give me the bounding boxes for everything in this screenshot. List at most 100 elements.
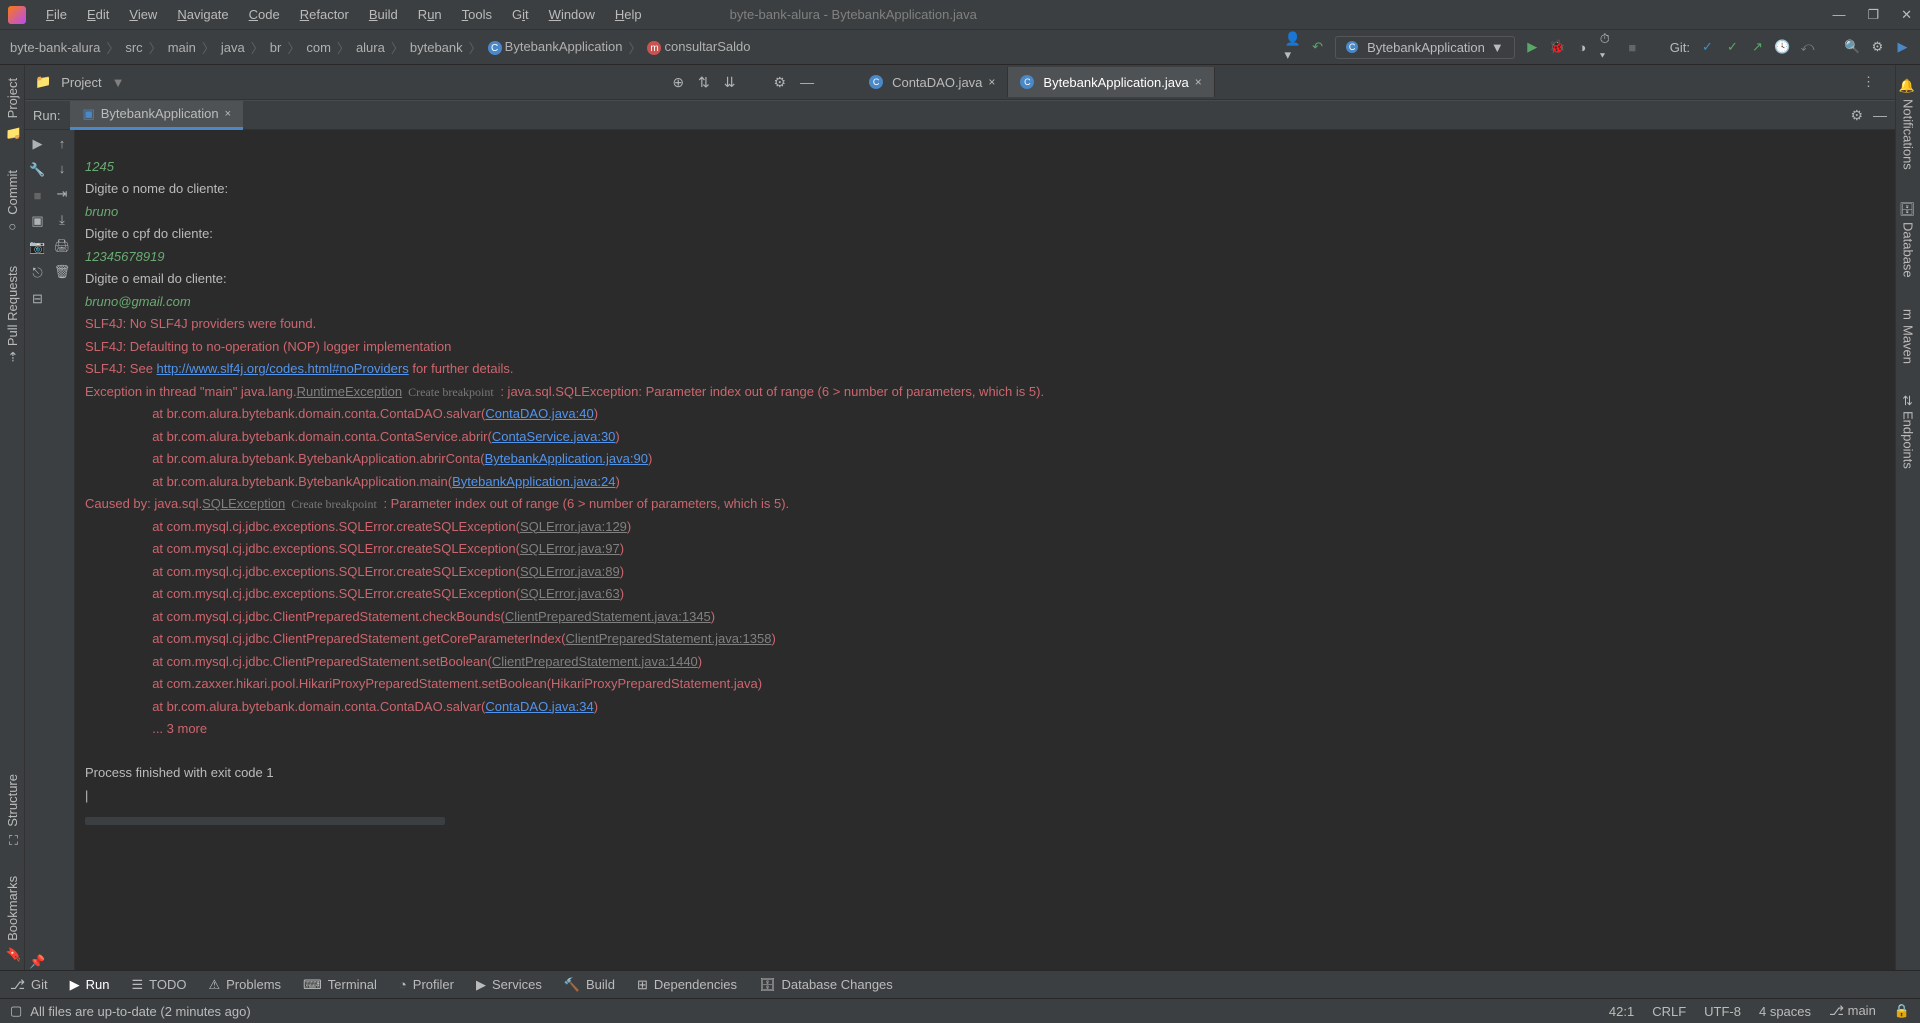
user-icon[interactable]: 👤▾ [1285,40,1300,55]
expand-all-icon[interactable]: ⇅ [698,74,710,91]
coverage-icon[interactable]: ◑ [1575,40,1590,55]
wrap-icon[interactable]: ⇥ [57,186,68,202]
status-position[interactable]: 42:1 [1609,1004,1634,1019]
link-stacktrace[interactable]: ClientPreparedStatement.java:1358 [566,631,772,646]
git-commit-icon[interactable]: ✓ [1725,40,1740,55]
run-configuration-selector[interactable]: C BytebankApplication ▼ [1335,36,1515,59]
git-revert-icon[interactable]: ⤺ [1800,40,1815,55]
layout-icon[interactable]: ▣ [31,213,43,229]
close-icon[interactable]: ✕ [1901,7,1912,23]
dump-icon[interactable]: ⊟ [32,291,43,307]
crumb-com[interactable]: com [306,40,331,55]
bottom-terminal[interactable]: ⌨Terminal [303,977,377,993]
link-stacktrace[interactable]: ContaDAO.java:40 [485,406,593,421]
sidebar-database[interactable]: 🗄Database [1898,193,1919,286]
link-stacktrace[interactable]: SQLError.java:129 [520,519,627,534]
pin-icon[interactable]: 📌 [29,954,45,970]
bottom-dependencies[interactable]: ⊞Dependencies [637,977,737,993]
profile-icon[interactable]: ⏱▾ [1600,40,1615,55]
bottom-run[interactable]: ▶Run [70,977,110,993]
menu-navigate[interactable]: Navigate [169,3,236,26]
run-icon[interactable]: ▶ [1525,40,1540,55]
crumb-java[interactable]: java [221,40,245,55]
crumb-br[interactable]: br [270,40,282,55]
link-stacktrace[interactable]: ClientPreparedStatement.java:1440 [492,654,698,669]
crumb-main[interactable]: main [168,40,196,55]
link-stacktrace[interactable]: SQLError.java:89 [520,564,620,579]
exit-icon[interactable]: ⎋ [32,265,42,281]
link-stacktrace[interactable]: SQLError.java:97 [520,541,620,556]
menu-file[interactable]: File [38,3,75,26]
crumb-bytebank[interactable]: bytebank [410,40,463,55]
scroll-icon[interactable]: ⤓ [59,212,65,228]
sidebar-commit[interactable]: ○Commit [2,162,23,243]
link-stacktrace[interactable]: ContaDAO.java:34 [485,699,593,714]
menu-git[interactable]: Git [504,3,537,26]
menu-run[interactable]: Run [410,3,450,26]
bottom-problems[interactable]: ⚠Problems [208,977,281,993]
up-icon[interactable]: ↑ [59,136,66,151]
git-update-icon[interactable]: ✓ [1700,40,1715,55]
link-stacktrace[interactable]: BytebankApplication.java:90 [485,451,648,466]
tab-close-icon[interactable]: × [988,75,995,89]
sidebar-notifications[interactable]: 🔔Notifications [1898,70,1919,178]
link-stacktrace[interactable]: BytebankApplication.java:24 [452,474,615,489]
link-slf4j[interactable]: http://www.slf4j.org/codes.html#noProvid… [157,361,409,376]
hide-icon[interactable]: — [800,74,814,90]
tab-close-icon[interactable]: × [1195,75,1202,89]
crumb-project[interactable]: byte-bank-alura [10,40,100,55]
link-runtime-exception[interactable]: RuntimeException [297,384,403,399]
sidebar-bookmarks[interactable]: 🔖Bookmarks [2,868,23,970]
kebab-icon[interactable]: ⋮ [1852,74,1885,90]
crumb-alura[interactable]: alura [356,40,385,55]
status-branch[interactable]: ⎇ main [1829,1003,1876,1019]
link-stacktrace[interactable]: SQLError.java:63 [520,586,620,601]
menu-build[interactable]: Build [361,3,406,26]
camera-icon[interactable]: 📷 [29,239,45,255]
print-icon[interactable]: 🖨 [54,238,71,254]
git-history-icon[interactable]: 🕓 [1775,40,1790,55]
select-opened-icon[interactable]: ⊕ [672,74,684,91]
tab-bytebank-app[interactable]: C BytebankApplication.java × [1008,67,1214,97]
status-encoding[interactable]: UTF-8 [1704,1004,1741,1019]
menu-refactor[interactable]: Refactor [292,3,357,26]
rerun-icon[interactable]: ▶ [33,136,43,152]
bottom-todo[interactable]: ☰TODO [131,977,186,993]
lock-icon[interactable]: 🔒 [1894,1003,1910,1019]
bottom-git[interactable]: ⎇Git [10,977,48,993]
play-gradient-icon[interactable]: ▶ [1895,40,1910,55]
console-output[interactable]: 1245 Digite o nome do cliente: bruno Dig… [75,130,1895,970]
gear-icon[interactable]: ⚙ [774,74,787,91]
search-icon[interactable]: 🔍 [1845,40,1860,55]
back-icon[interactable]: ↶ [1310,40,1325,55]
menu-help[interactable]: Help [607,3,650,26]
menu-view[interactable]: View [121,3,165,26]
sidebar-structure[interactable]: ⛶Structure [2,766,23,853]
sidebar-pullrequests[interactable]: ⇢Pull Requests [2,258,23,370]
status-indent[interactable]: 4 spaces [1759,1004,1811,1019]
menu-code[interactable]: Code [241,3,288,26]
project-panel-label[interactable]: Project [61,75,101,90]
bottom-dbchanges[interactable]: 🗄Database Changes [759,977,893,993]
git-push-icon[interactable]: ↗ [1750,40,1765,55]
stop-icon[interactable]: ■ [34,188,42,203]
bottom-profiler[interactable]: ◔Profiler [399,977,454,992]
down-icon[interactable]: ↓ [59,161,66,176]
settings-icon[interactable]: ⚙ [1870,40,1885,55]
menu-window[interactable]: Window [541,3,603,26]
maximize-icon[interactable]: ❐ [1867,7,1879,23]
chevron-down-icon[interactable]: ▼ [112,75,125,90]
tab-conta-dao[interactable]: C ContaDAO.java × [857,67,1008,97]
horizontal-scrollbar[interactable] [85,817,445,825]
debug-icon[interactable]: 🐞 [1550,40,1565,55]
stop-icon[interactable]: ■ [1625,40,1640,55]
link-stacktrace[interactable]: ContaService.java:30 [492,429,616,444]
link-stacktrace[interactable]: ClientPreparedStatement.java:1345 [505,609,711,624]
crumb-method[interactable]: mconsultarSaldo [647,39,750,56]
crumb-class[interactable]: CBytebankApplication [488,39,623,56]
status-crlf[interactable]: CRLF [1652,1004,1686,1019]
collapse-all-icon[interactable]: ⇊ [724,74,736,91]
trash-icon[interactable]: 🗑 [54,264,71,280]
run-hide-icon[interactable]: — [1873,107,1887,123]
menu-tools[interactable]: Tools [454,3,500,26]
